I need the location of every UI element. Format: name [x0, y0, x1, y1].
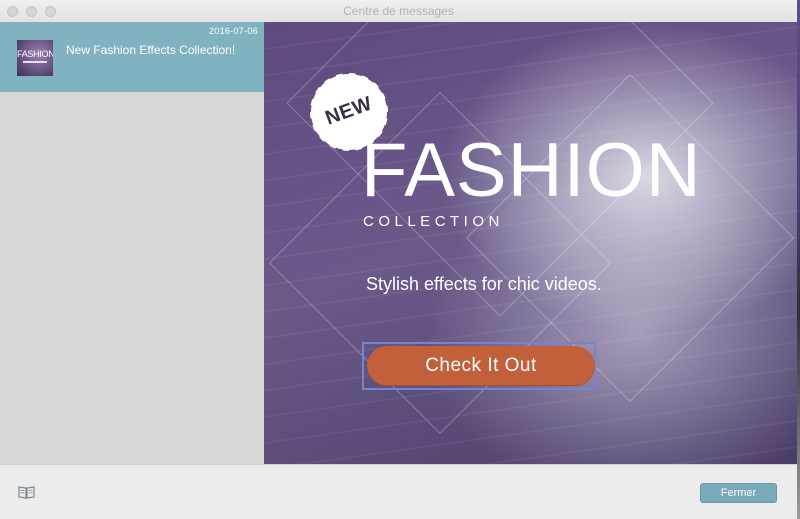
banner-headline: FASHION [361, 128, 702, 213]
banner-subheadline: COLLECTION [363, 213, 504, 230]
book-icon[interactable] [18, 485, 35, 499]
message-list: 2016-07-06 FASHION New Fashion Effects C… [0, 22, 264, 464]
banner-tagline: Stylish effects for chic videos. [366, 274, 602, 294]
title-bar: Centre de messages [0, 0, 797, 23]
footer-bar: Fermer [0, 464, 797, 519]
message-list-item[interactable]: 2016-07-06 FASHION New Fashion Effects C… [0, 22, 264, 92]
fermer-button[interactable]: Fermer [700, 483, 777, 503]
message-title: New Fashion Effects Collection! [66, 43, 236, 57]
thumbnail-text: FASHION [17, 49, 53, 59]
thumbnail-underline [23, 61, 47, 63]
check-it-out-button[interactable]: Check It Out [367, 346, 595, 386]
message-banner: NEW FASHION COLLECTION Stylish effects f… [264, 22, 797, 464]
window-title: Centre de messages [343, 4, 454, 18]
message-thumbnail: FASHION [17, 40, 53, 76]
message-date: 2016-07-06 [208, 26, 258, 36]
message-center-window: Centre de messages 2016-07-06 FASHION Ne… [0, 0, 797, 519]
